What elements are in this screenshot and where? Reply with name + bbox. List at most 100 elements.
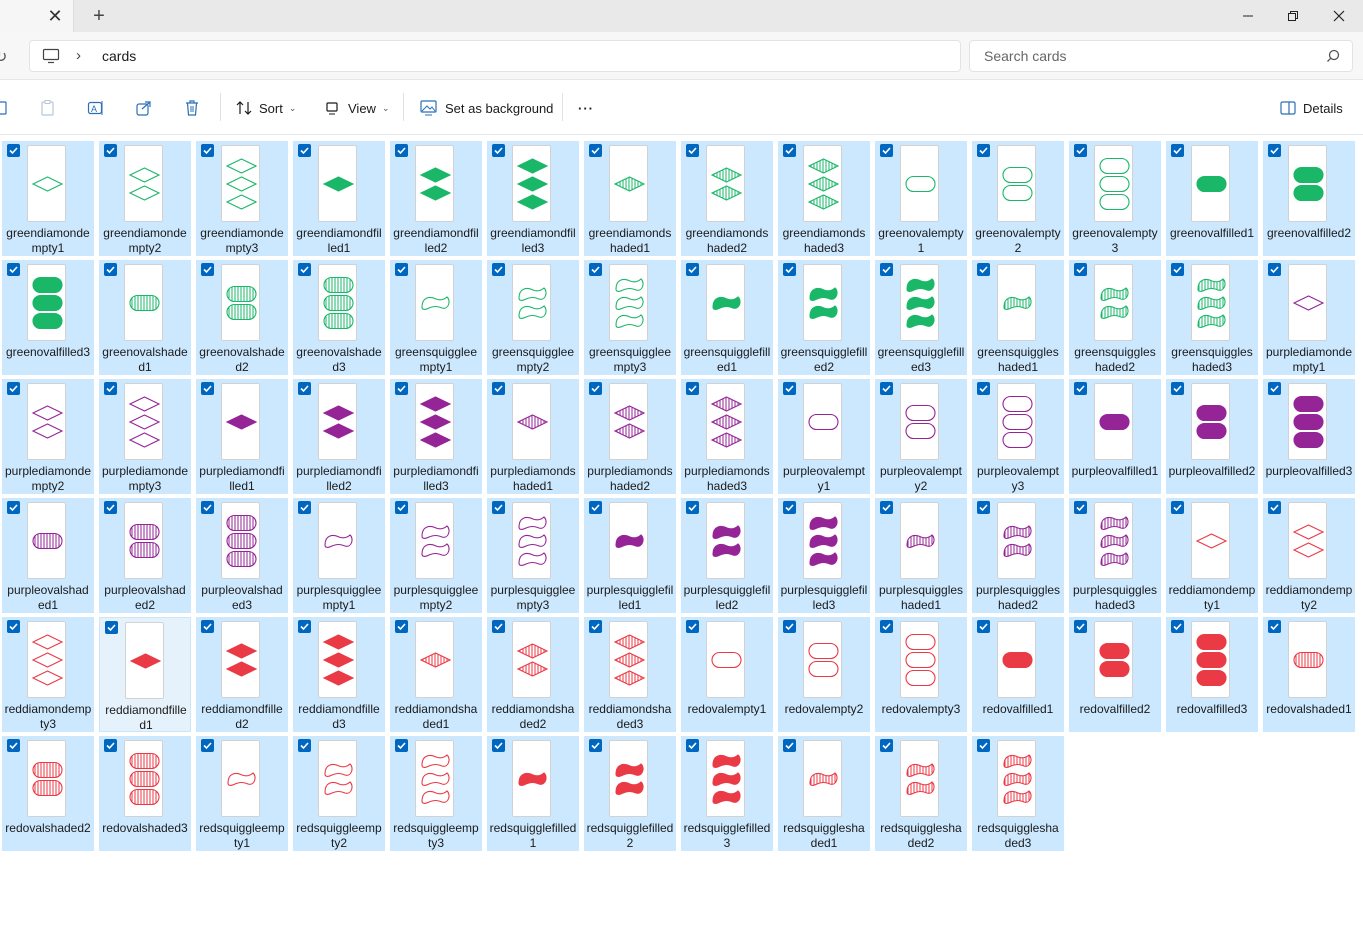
file-item[interactable]: greenovalshaded1 xyxy=(99,260,191,375)
file-item[interactable]: greenovalempty2 xyxy=(972,141,1064,256)
selection-checkbox[interactable] xyxy=(7,501,20,514)
selection-checkbox[interactable] xyxy=(492,620,505,633)
selection-checkbox[interactable] xyxy=(1268,382,1281,395)
file-item[interactable]: redsquiggleempty1 xyxy=(196,736,288,851)
file-item[interactable]: greenovalshaded2 xyxy=(196,260,288,375)
selection-checkbox[interactable] xyxy=(201,739,214,752)
file-item[interactable]: greensquiggleshaded3 xyxy=(1166,260,1258,375)
selection-checkbox[interactable] xyxy=(977,501,990,514)
file-item[interactable]: purplesquiggleshaded2 xyxy=(972,498,1064,613)
close-tab-icon[interactable]: ✕ xyxy=(45,6,65,26)
file-item[interactable]: purplesquigglefilled3 xyxy=(778,498,870,613)
chevron-right-icon[interactable]: › xyxy=(76,47,81,64)
file-item[interactable]: greensquiggleshaded1 xyxy=(972,260,1064,375)
file-item[interactable]: redsquiggleempty3 xyxy=(390,736,482,851)
file-item[interactable]: reddiamondfilled2 xyxy=(196,617,288,732)
file-item[interactable]: purplediamondfilled1 xyxy=(196,379,288,494)
file-item[interactable]: purplesquigglefilled1 xyxy=(584,498,676,613)
file-item[interactable]: redovalshaded1 xyxy=(1263,617,1355,732)
file-item[interactable]: greenovalfilled1 xyxy=(1166,141,1258,256)
file-item[interactable]: redsquigglefilled2 xyxy=(584,736,676,851)
breadcrumb-cards[interactable]: cards xyxy=(102,48,136,64)
selection-checkbox[interactable] xyxy=(7,739,20,752)
refresh-icon[interactable]: ↻ xyxy=(0,47,7,67)
selection-checkbox[interactable] xyxy=(686,620,699,633)
selection-checkbox[interactable] xyxy=(589,263,602,276)
selection-checkbox[interactable] xyxy=(492,263,505,276)
selection-checkbox[interactable] xyxy=(7,263,20,276)
selection-checkbox[interactable] xyxy=(1171,263,1184,276)
file-item[interactable]: greensquigglefilled3 xyxy=(875,260,967,375)
file-item[interactable]: greendiamondfilled1 xyxy=(293,141,385,256)
rename-icon[interactable]: A xyxy=(86,98,106,118)
file-item[interactable]: reddiamondempty1 xyxy=(1166,498,1258,613)
file-item[interactable]: greendiamondshaded2 xyxy=(681,141,773,256)
file-item[interactable]: purpleovalempty3 xyxy=(972,379,1064,494)
file-item[interactable]: purplesquiggleempty3 xyxy=(487,498,579,613)
new-tab-button[interactable]: + xyxy=(88,5,110,27)
selection-checkbox[interactable] xyxy=(395,382,408,395)
selection-checkbox[interactable] xyxy=(492,501,505,514)
file-item[interactable]: purpleovalempty2 xyxy=(875,379,967,494)
file-item[interactable]: redsquigglefilled1 xyxy=(487,736,579,851)
file-item[interactable]: reddiamondshaded3 xyxy=(584,617,676,732)
selection-checkbox[interactable] xyxy=(880,620,893,633)
selection-checkbox[interactable] xyxy=(686,382,699,395)
selection-checkbox[interactable] xyxy=(395,739,408,752)
paste-icon[interactable] xyxy=(38,98,58,118)
file-item[interactable]: purplediamondempty3 xyxy=(99,379,191,494)
selection-checkbox[interactable] xyxy=(492,739,505,752)
selection-checkbox[interactable] xyxy=(783,620,796,633)
selection-checkbox[interactable] xyxy=(105,621,118,634)
file-item[interactable]: redsquiggleshaded3 xyxy=(972,736,1064,851)
file-item[interactable]: reddiamondempty3 xyxy=(2,617,94,732)
selection-checkbox[interactable] xyxy=(589,144,602,157)
selection-checkbox[interactable] xyxy=(1268,620,1281,633)
selection-checkbox[interactable] xyxy=(104,501,117,514)
selection-checkbox[interactable] xyxy=(492,382,505,395)
file-item[interactable]: greendiamondshaded3 xyxy=(778,141,870,256)
file-item[interactable]: redovalempty1 xyxy=(681,617,773,732)
file-item[interactable]: purpleovalshaded3 xyxy=(196,498,288,613)
selection-checkbox[interactable] xyxy=(880,263,893,276)
file-item[interactable]: purplediamondempty2 xyxy=(2,379,94,494)
file-item[interactable]: greensquiggleempty1 xyxy=(390,260,482,375)
selection-checkbox[interactable] xyxy=(201,144,214,157)
file-item[interactable]: purplesquiggleshaded1 xyxy=(875,498,967,613)
file-item[interactable]: purpleovalfilled3 xyxy=(1263,379,1355,494)
selection-checkbox[interactable] xyxy=(298,501,311,514)
delete-icon[interactable] xyxy=(182,98,202,118)
file-item[interactable]: redsquigglefilled3 xyxy=(681,736,773,851)
file-item[interactable]: greenovalshaded3 xyxy=(293,260,385,375)
file-item[interactable]: reddiamondfilled3 xyxy=(293,617,385,732)
selection-checkbox[interactable] xyxy=(298,263,311,276)
file-item[interactable]: redovalshaded2 xyxy=(2,736,94,851)
selection-checkbox[interactable] xyxy=(104,263,117,276)
file-item[interactable]: reddiamondshaded2 xyxy=(487,617,579,732)
file-item[interactable]: greendiamondfilled3 xyxy=(487,141,579,256)
file-item[interactable]: redovalempty3 xyxy=(875,617,967,732)
selection-checkbox[interactable] xyxy=(7,144,20,157)
file-item[interactable]: purplediamondshaded3 xyxy=(681,379,773,494)
file-item[interactable]: purplediamondfilled3 xyxy=(390,379,482,494)
file-item[interactable]: greenovalfilled2 xyxy=(1263,141,1355,256)
file-item[interactable]: greendiamondfilled2 xyxy=(390,141,482,256)
minimize-button[interactable] xyxy=(1225,0,1271,32)
selection-checkbox[interactable] xyxy=(395,144,408,157)
selection-checkbox[interactable] xyxy=(1074,144,1087,157)
selection-checkbox[interactable] xyxy=(589,739,602,752)
copy-icon[interactable] xyxy=(0,98,12,118)
selection-checkbox[interactable] xyxy=(880,501,893,514)
breadcrumb[interactable]: › cards xyxy=(29,40,961,72)
file-item[interactable]: greensquiggleshaded2 xyxy=(1069,260,1161,375)
selection-checkbox[interactable] xyxy=(783,501,796,514)
selection-checkbox[interactable] xyxy=(104,382,117,395)
selection-checkbox[interactable] xyxy=(7,382,20,395)
file-item[interactable]: purpleovalempty1 xyxy=(778,379,870,494)
file-item[interactable]: purpleovalfilled1 xyxy=(1069,379,1161,494)
selection-checkbox[interactable] xyxy=(589,382,602,395)
file-item[interactable]: purplesquiggleshaded3 xyxy=(1069,498,1161,613)
selection-checkbox[interactable] xyxy=(395,620,408,633)
file-item[interactable]: purpleovalfilled2 xyxy=(1166,379,1258,494)
file-item[interactable]: reddiamondfilled1 xyxy=(99,617,191,732)
